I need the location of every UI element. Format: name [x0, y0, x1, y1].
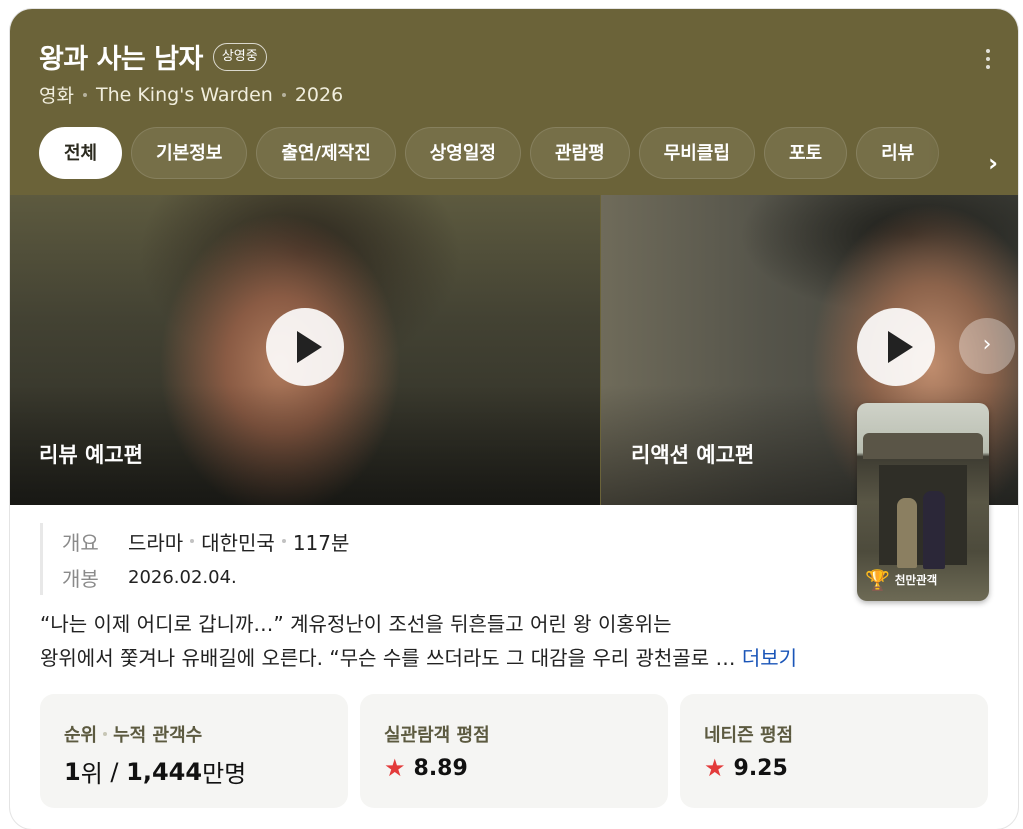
video-label: 리뷰 예고편	[39, 443, 143, 467]
separator-dot	[281, 539, 286, 543]
separator-dot	[190, 539, 195, 543]
separator-dot	[281, 92, 286, 97]
title-row: 왕과 사는 남자 상영중	[39, 37, 267, 76]
netizen-rating-label: 네티즌 평점	[704, 725, 794, 746]
tab-reviews-audience[interactable]: 관람평	[530, 127, 630, 179]
english-title: The King's Warden	[95, 83, 273, 106]
synopsis-line-wrap: 왕위에서 쫓겨나 유배길에 오른다. “무슨 수를 쓰더라도 그 대감을 우리 …	[40, 641, 995, 675]
award-badge: 🏆 천만관객	[865, 568, 937, 592]
country[interactable]: 대한민국	[201, 527, 275, 556]
stat-netizen-rating[interactable]: 네티즌 평점 ★ 9.25	[680, 694, 988, 808]
release-key: 개봉	[62, 566, 99, 591]
rank-unit: 위	[80, 760, 103, 788]
play-icon[interactable]	[857, 308, 935, 386]
category-label: 영화	[39, 85, 74, 107]
separator: /	[102, 757, 127, 786]
tab-bar: 전체 기본정보 출연/제작진 상영일정 관람평 무비클립 포토 리뷰	[39, 127, 948, 179]
tab-fade	[928, 121, 1018, 185]
movie-title[interactable]: 왕과 사는 남자	[39, 37, 203, 76]
star-icon: ★	[704, 754, 726, 782]
read-more-link[interactable]: 더보기	[742, 646, 797, 670]
award-label: 천만관객	[894, 573, 938, 587]
tab-cast-crew[interactable]: 출연/제작진	[256, 127, 396, 179]
stat-value: ★ 8.89	[384, 754, 468, 782]
tab-photos[interactable]: 포토	[763, 127, 848, 179]
poster-roof	[863, 433, 983, 459]
poster-figure	[897, 498, 917, 568]
star-icon: ★	[384, 754, 406, 782]
stat-label: 순위 누적 관객수	[64, 721, 202, 747]
stat-rank-audience[interactable]: 순위 누적 관객수 1 위 / 1,444 만명	[40, 694, 348, 808]
poster-figure	[923, 491, 945, 569]
video-review-trailer[interactable]: 리뷰 예고편	[10, 195, 600, 505]
audience-unit: 만명	[202, 760, 247, 788]
synopsis-line: “나는 이제 어디로 갑니까…” 계유정난이 조선을 뒤흔들고 어린 왕 이홍위…	[40, 612, 672, 636]
movie-poster[interactable]: 🏆 천만관객	[857, 403, 989, 601]
overview-key: 개요	[62, 530, 99, 555]
release-row: 개봉 2026.02.04.	[62, 559, 349, 595]
tab-showtimes[interactable]: 상영일정	[404, 127, 521, 179]
stat-viewer-rating[interactable]: 실관람객 평점 ★ 8.89	[360, 694, 668, 808]
rank-value: 1	[64, 757, 81, 786]
rank-label: 순위	[64, 725, 98, 746]
video-label: 리액션 예고편	[631, 443, 755, 467]
movie-subtitle: 영화 The King's Warden 2026	[39, 81, 343, 108]
carousel-next-button[interactable]: ›	[959, 318, 1015, 374]
movie-card: 왕과 사는 남자 상영중 영화 The King's Warden 2026 전…	[10, 9, 1018, 829]
audience-label: 누적 관객수	[113, 725, 203, 746]
audience-value: 1,444	[126, 757, 203, 786]
viewer-rating-label: 실관람객 평점	[384, 725, 490, 746]
release-year: 2026	[294, 83, 344, 106]
genre[interactable]: 드라마	[128, 527, 183, 556]
stat-value: 1 위 / 1,444 만명	[64, 754, 246, 789]
tab-movie-clips[interactable]: 무비클립	[638, 127, 755, 179]
release-date: 2026.02.04.	[128, 566, 237, 588]
viewer-rating: 8.89	[413, 755, 468, 781]
info-block: 개요 드라마 대한민국 117분 개봉 2026.02.04.	[40, 523, 349, 595]
netizen-rating: 9.25	[733, 755, 788, 781]
play-icon[interactable]	[266, 308, 344, 386]
status-badge: 상영중	[212, 42, 267, 71]
more-vertical-icon[interactable]	[986, 49, 990, 73]
synopsis: “나는 이제 어디로 갑니까…” 계유정난이 조선을 뒤흔들고 어린 왕 이홍위…	[40, 607, 995, 675]
stats-row: 순위 누적 관객수 1 위 / 1,444 만명 실관람객 평점 ★ 8.89 …	[40, 694, 1000, 808]
tab-basic-info[interactable]: 기본정보	[131, 127, 248, 179]
tab-all[interactable]: 전체	[39, 127, 123, 179]
separator-dot	[82, 92, 87, 97]
runtime: 117분	[292, 530, 350, 555]
overview-row: 개요 드라마 대한민국 117분	[62, 523, 349, 559]
chevron-right-icon[interactable]: ›	[988, 149, 998, 177]
separator-dot	[103, 732, 108, 736]
trophy-icon: 🏆	[865, 568, 890, 592]
stat-value: ★ 9.25	[704, 754, 788, 782]
tab-reviews[interactable]: 리뷰	[856, 127, 940, 179]
overview-value: 드라마 대한민국 117분	[128, 527, 349, 556]
synopsis-line: 왕위에서 쫓겨나 유배길에 오른다. “무슨 수를 쓰더라도 그 대감을 우리 …	[40, 646, 736, 670]
